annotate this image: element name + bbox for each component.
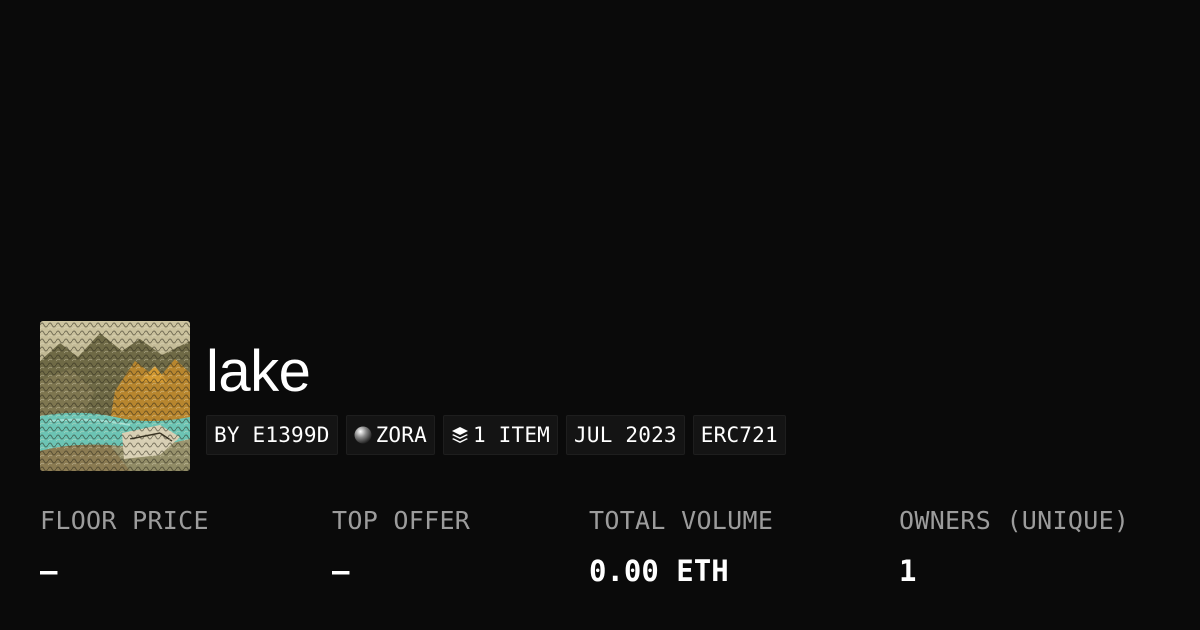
floor-price-stat: FLOOR PRICE – bbox=[40, 503, 209, 589]
total-volume-value: 0.00 ETH bbox=[589, 554, 729, 588]
creator-tag-label: BY E1399D bbox=[214, 423, 330, 447]
item-count-tag[interactable]: 1 ITEM bbox=[442, 415, 559, 455]
layers-icon bbox=[451, 426, 469, 444]
owners-stat: OWNERS (UNIQUE) 1 bbox=[899, 503, 1129, 589]
floor-price-value: – bbox=[40, 554, 58, 588]
zora-orb-icon bbox=[354, 426, 372, 444]
network-tag[interactable]: ZORA bbox=[345, 415, 435, 455]
top-offer-label: TOP OFFER bbox=[332, 506, 471, 535]
standard-tag: ERC721 bbox=[692, 415, 786, 455]
top-offer-value: – bbox=[332, 554, 350, 588]
network-tag-label: ZORA bbox=[375, 423, 427, 447]
collection-title: lake bbox=[206, 339, 311, 404]
standard-tag-label: ERC721 bbox=[700, 423, 778, 447]
creator-tag[interactable]: BY E1399D bbox=[206, 415, 338, 455]
collection-stats: FLOOR PRICE – TOP OFFER – TOTAL VOLUME 0… bbox=[0, 503, 1200, 603]
item-count-tag-label: 1 ITEM bbox=[472, 423, 551, 447]
owners-label: OWNERS (UNIQUE) bbox=[899, 506, 1130, 535]
floor-price-label: FLOOR PRICE bbox=[40, 506, 209, 535]
owners-value: 1 bbox=[899, 554, 917, 588]
date-tag-label: JUL 2023 bbox=[574, 423, 677, 447]
top-offer-stat: TOP OFFER – bbox=[332, 503, 470, 589]
total-volume-stat: TOTAL VOLUME 0.00 ETH bbox=[589, 503, 773, 589]
date-tag: JUL 2023 bbox=[566, 415, 685, 455]
collection-tags: BY E1399D ZORA 1 ITEM JUL 2023 ERC721 bbox=[206, 415, 786, 455]
collection-thumbnail bbox=[40, 321, 190, 471]
total-volume-label: TOTAL VOLUME bbox=[589, 506, 774, 535]
